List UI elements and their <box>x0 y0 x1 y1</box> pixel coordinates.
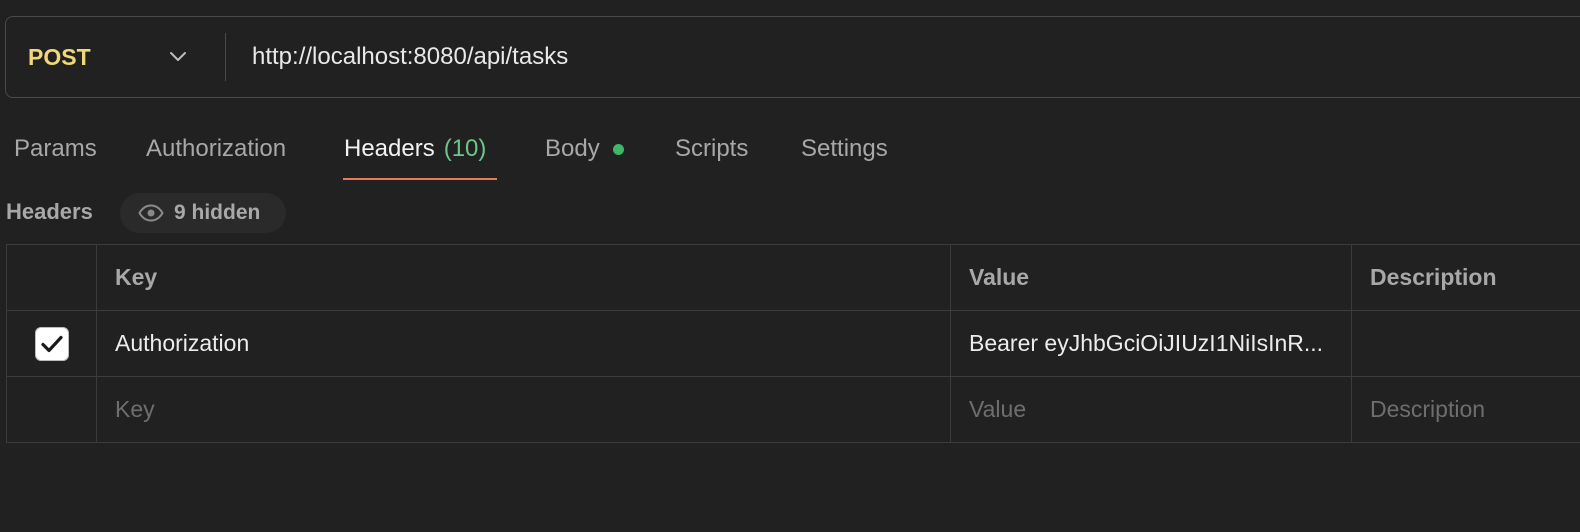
tab-label: Headers <box>344 135 435 162</box>
tab-params[interactable]: Params <box>14 118 97 180</box>
tab-settings[interactable]: Settings <box>801 118 888 180</box>
new-value-input[interactable]: Value <box>951 377 1352 442</box>
tab-authorization[interactable]: Authorization <box>146 118 286 180</box>
header-value-cell[interactable]: Bearer eyJhbGciOiJIUzI1NiIsInR... <box>951 311 1352 376</box>
tab-body[interactable]: Body <box>545 118 624 180</box>
eye-icon <box>138 204 164 222</box>
header-description-cell[interactable] <box>1352 311 1580 376</box>
active-tab-underline <box>343 178 497 180</box>
column-header-key: Key <box>97 245 951 310</box>
url-bar: POST http://localhost:8080/api/tasks <box>5 16 1580 98</box>
request-editor: POST http://localhost:8080/api/tasks Par… <box>0 0 1580 532</box>
new-key-input[interactable]: Key <box>97 377 951 442</box>
method-label: POST <box>28 43 91 70</box>
tab-label: Params <box>14 135 97 162</box>
header-select-cell <box>7 245 97 310</box>
tab-headers[interactable]: Headers (10) <box>344 118 486 180</box>
tab-label: Scripts <box>675 135 749 162</box>
column-header-value: Value <box>951 245 1352 310</box>
headers-table: Key Value Description Authorization Bear… <box>6 244 1580 443</box>
header-key-cell[interactable]: Authorization <box>97 311 951 376</box>
tab-label: Authorization <box>146 135 287 162</box>
table-row: Authorization Bearer eyJhbGciOiJIUzI1NiI… <box>7 311 1580 377</box>
table-header-row: Key Value Description <box>7 245 1580 311</box>
hidden-headers-label: 9 hidden <box>174 201 261 224</box>
tab-label: Settings <box>801 135 888 162</box>
body-indicator-dot <box>612 143 624 155</box>
new-header-row: Key Value Description <box>7 377 1580 443</box>
tab-label: Body <box>545 135 600 162</box>
column-header-description: Description <box>1370 264 1497 290</box>
tab-scripts[interactable]: Scripts <box>675 118 748 180</box>
method-select[interactable]: POST <box>6 17 225 97</box>
row-enabled-checkbox[interactable] <box>34 326 69 361</box>
new-row-select-cell <box>7 377 97 442</box>
headers-section-title: Headers <box>6 199 93 224</box>
url-input[interactable]: http://localhost:8080/api/tasks <box>226 17 1580 97</box>
chevron-down-icon <box>168 47 188 67</box>
check-icon <box>40 335 63 352</box>
headers-count: (10) <box>443 135 487 162</box>
row-select-cell <box>7 311 97 376</box>
hidden-headers-toggle[interactable]: 9 hidden <box>120 193 286 233</box>
new-description-input[interactable]: Description <box>1352 377 1580 442</box>
